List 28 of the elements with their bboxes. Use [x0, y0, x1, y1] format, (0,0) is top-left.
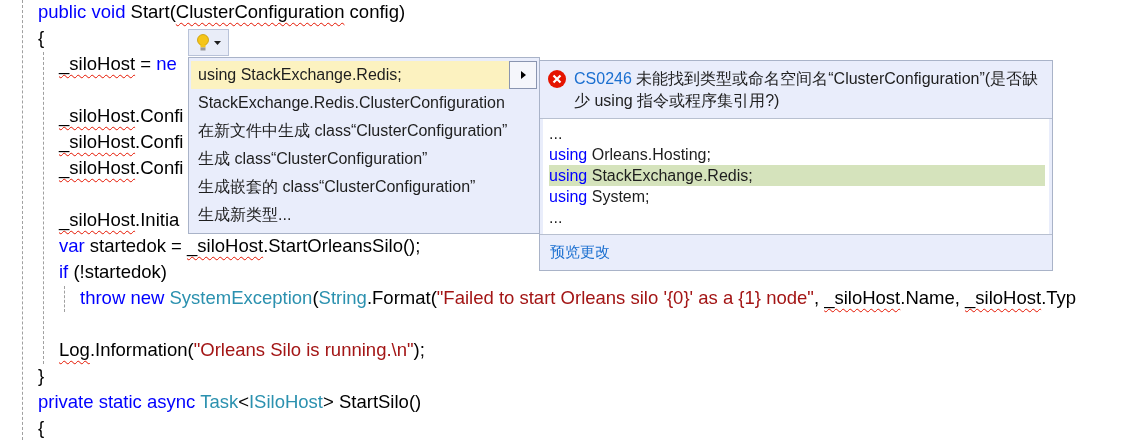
code-line: _siloHost = ne: [59, 52, 177, 77]
error-icon: [548, 70, 566, 88]
code-line: Log.Information("Orleans Silo is running.\n");: [59, 338, 425, 362]
code-line: throw new SystemException(String.Format("Failed to start Orleans silo '{0}' as a {1} node", _siloHost.Name, _siloHost.Typ: [80, 286, 1077, 311]
code-line: _siloHost.Initia: [59, 208, 180, 233]
code-line: }: [38, 364, 45, 388]
code-line: private static async Task<ISiloHost> StartSilo(): [38, 390, 422, 414]
code-line: {: [38, 416, 45, 440]
caret-icon: [213, 40, 221, 45]
code-line: {: [38, 26, 45, 50]
code-preview: ... using Orleans.Hosting; using StackExchange.Redis; using System; ...: [543, 119, 1049, 234]
code-line: _siloHost.Confi: [59, 130, 184, 155]
error-message: CS0246 未能找到类型或命名空间名“ClusterConfiguration”(是否缺少 using 指令或程序集引用?): [574, 69, 1040, 111]
menu-item[interactable]: 在新文件中生成 class“ClusterConfiguration”: [191, 117, 537, 145]
menu-item[interactable]: StackExchange.Redis.ClusterConfiguration: [191, 89, 537, 117]
triangle-right-icon: [520, 71, 526, 79]
menu-item[interactable]: 生成嵌套的 class“ClusterConfiguration”: [191, 173, 537, 201]
menu-item[interactable]: using StackExchange.Redis;: [191, 61, 537, 89]
menu-item[interactable]: 生成新类型...: [191, 201, 537, 229]
code-line: _siloHost.Confi: [59, 156, 184, 181]
code-line: public void Start(ClusterConfiguration config): [38, 0, 406, 24]
preview-changes-link[interactable]: 预览更改: [550, 243, 610, 260]
submenu-button[interactable]: [509, 61, 537, 89]
menu-item[interactable]: 生成 class“ClusterConfiguration”: [191, 145, 537, 173]
code-line: var startedok = _siloHost.StartOrleansSilo();: [59, 234, 421, 259]
code-line: if (!startedok): [59, 260, 167, 284]
lightbulb-icon: [196, 34, 209, 51]
code-line: _siloHost.Confi: [59, 104, 184, 129]
